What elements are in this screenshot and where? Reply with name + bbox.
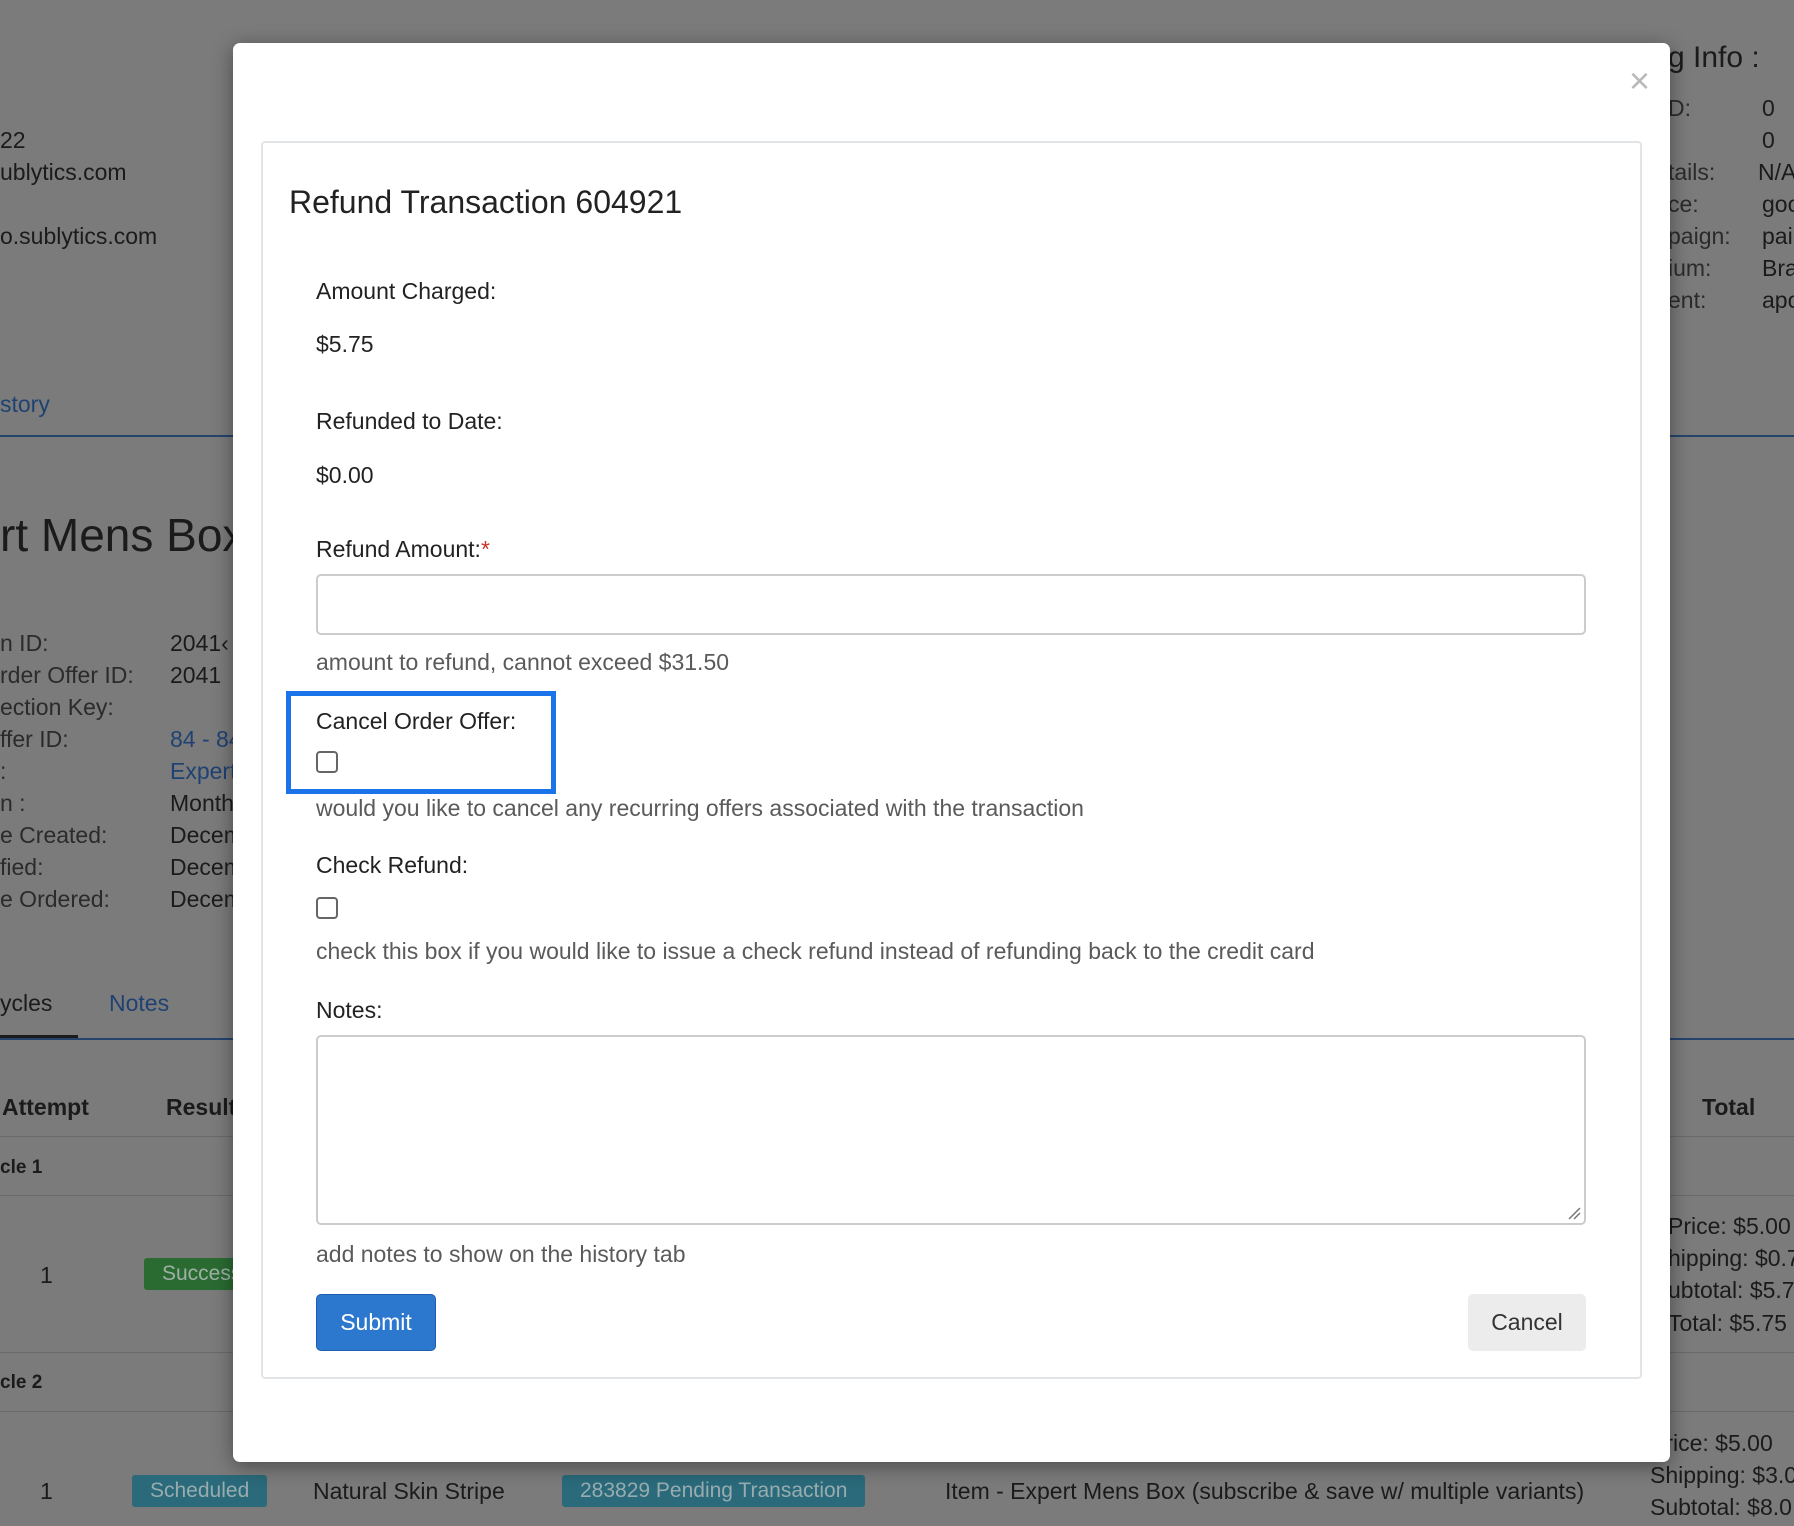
- col-result: Result: [166, 1094, 237, 1120]
- detail-value: Decem: [170, 886, 243, 912]
- check-refund-label: Check Refund:: [316, 852, 469, 878]
- detail-label: ffer ID:: [0, 726, 69, 752]
- detail-label: ection Key:: [0, 694, 114, 720]
- refund-amount-help: amount to refund, cannot exceed $31.50: [316, 649, 730, 675]
- detail-value: Decem: [170, 822, 243, 848]
- detail-value: 2041: [170, 662, 222, 688]
- offer-link[interactable]: 84 - 84: [170, 725, 242, 753]
- info-label: D:: [1668, 95, 1691, 121]
- detail-value: 2041‹: [170, 630, 229, 656]
- total-line: Subtotal: $8.0: [1650, 1494, 1792, 1520]
- detail-label: e Ordered:: [0, 886, 110, 912]
- total-line: Total: $5.75: [1668, 1310, 1787, 1336]
- required-marker: *: [480, 536, 490, 562]
- detail-label: n :: [0, 790, 26, 816]
- detail-label: e Created:: [0, 822, 108, 848]
- detail-value: Decem: [170, 854, 243, 880]
- refunded-value: $0.00: [316, 462, 374, 488]
- refunded-label: Refunded to Date:: [316, 408, 503, 434]
- info-heading: g Info :: [1668, 41, 1760, 74]
- notes-textarea[interactable]: [316, 1035, 1586, 1225]
- cancel-button[interactable]: Cancel: [1468, 1294, 1586, 1351]
- detail-value: Month: [170, 790, 234, 816]
- bg-link: o.sublytics.com: [0, 223, 158, 249]
- col-total: Total: [1702, 1094, 1756, 1120]
- cancel-order-offer-label: Cancel Order Offer:: [316, 708, 517, 734]
- notes-help: add notes to show on the history tab: [316, 1241, 686, 1267]
- tab-history[interactable]: story: [0, 390, 50, 418]
- cycle-label: cle 2: [0, 1372, 43, 1393]
- info-label: ce:: [1668, 191, 1699, 217]
- refund-amount-input[interactable]: [316, 574, 1586, 635]
- total-line: Shipping: $3.0: [1650, 1462, 1794, 1488]
- cancel-order-offer-help: would you like to cancel any recurring o…: [316, 795, 1084, 821]
- detail-label: n ID:: [0, 630, 49, 656]
- detail-label: :: [0, 758, 7, 784]
- refund-amount-label: Refund Amount:*: [316, 536, 490, 563]
- info-label: tails:: [1668, 159, 1716, 185]
- info-value: pai: [1762, 223, 1793, 249]
- info-value: goo: [1762, 191, 1794, 217]
- tab-cycles[interactable]: ycles: [0, 989, 52, 1017]
- info-value: N/A: [1758, 159, 1794, 185]
- bg-text: 22: [0, 127, 26, 153]
- total-line: hipping: $0.7: [1668, 1245, 1794, 1271]
- col-attempt: Attempt: [2, 1094, 89, 1120]
- status-badge-scheduled: Scheduled: [132, 1475, 268, 1507]
- info-value: Bra: [1762, 255, 1794, 281]
- info-label: ent:: [1668, 287, 1707, 313]
- cancel-order-offer-checkbox[interactable]: [316, 751, 338, 773]
- item-description: Item - Expert Mens Box (subscribe & save…: [945, 1478, 1585, 1504]
- focus-highlight: [286, 691, 556, 794]
- info-label: ium:: [1668, 255, 1712, 281]
- attempt-number: 1: [40, 1478, 53, 1504]
- submit-button[interactable]: Submit: [316, 1294, 436, 1351]
- info-value: 0: [1762, 127, 1775, 153]
- modal-title: Refund Transaction 604921: [289, 184, 683, 220]
- close-icon[interactable]: ×: [1629, 61, 1650, 101]
- product-link[interactable]: Expert: [170, 757, 236, 785]
- transaction-badge[interactable]: 283829 Pending Transaction: [562, 1475, 866, 1507]
- total-line: Price: $5.00: [1668, 1213, 1791, 1239]
- product-name: Natural Skin Stripe: [313, 1478, 505, 1504]
- resize-handle-icon[interactable]: [1567, 1206, 1581, 1220]
- info-value: apo: [1762, 287, 1794, 313]
- label-text: Refund Amount:: [316, 536, 481, 562]
- detail-label: rder Offer ID:: [0, 662, 134, 688]
- refund-modal: × Refund Transaction 604921 Amount Charg…: [233, 43, 1670, 1462]
- amount-charged-label: Amount Charged:: [316, 278, 497, 304]
- amount-charged-value: $5.75: [316, 331, 374, 357]
- bg-text: ublytics.com: [0, 159, 127, 185]
- info-label: paign:: [1668, 223, 1731, 249]
- total-line: ubtotal: $5.7: [1668, 1277, 1794, 1303]
- notes-label: Notes:: [316, 997, 383, 1023]
- info-value: 0: [1762, 95, 1775, 121]
- attempt-number: 1: [40, 1262, 53, 1288]
- cycle-label: cle 1: [0, 1157, 43, 1178]
- check-refund-help: check this box if you would like to issu…: [316, 938, 1315, 964]
- check-refund-checkbox[interactable]: [316, 897, 338, 919]
- tab-notes[interactable]: Notes: [109, 989, 169, 1017]
- detail-label: fied:: [0, 854, 44, 880]
